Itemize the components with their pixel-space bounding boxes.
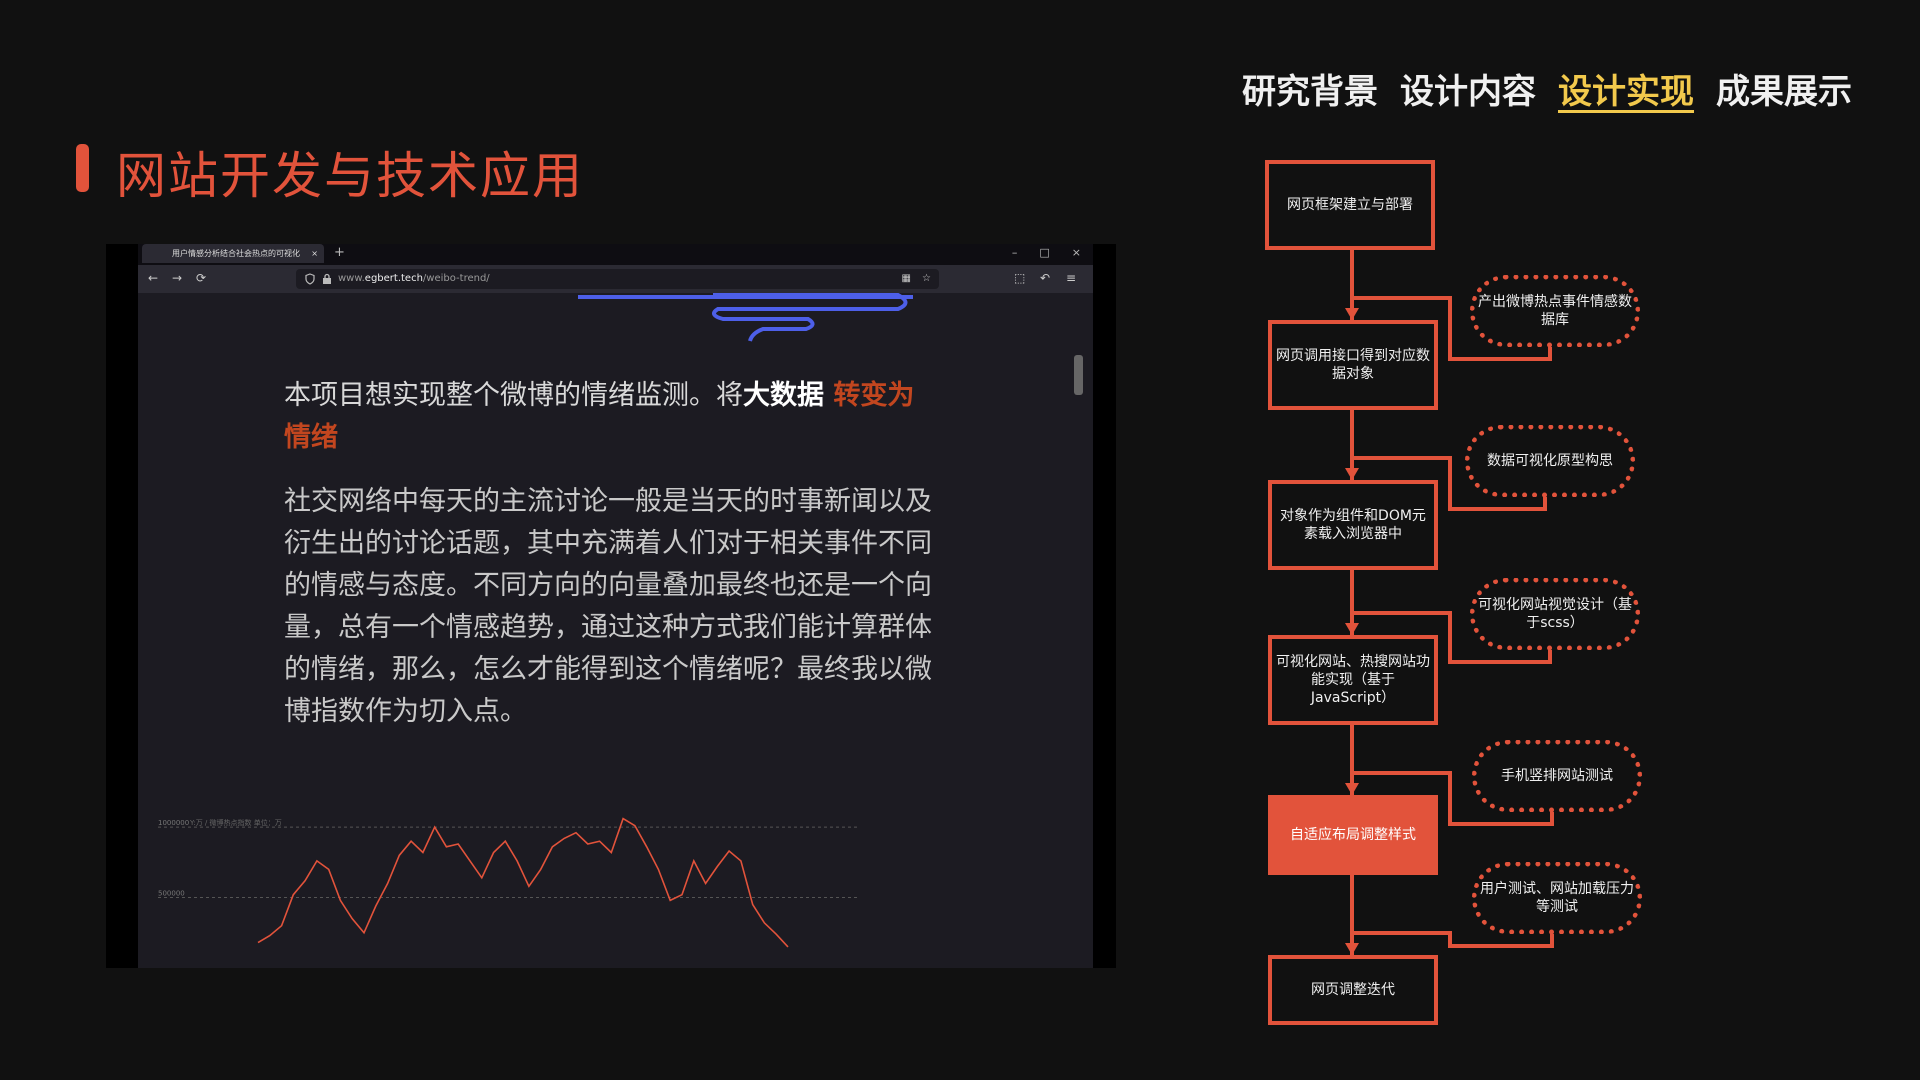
close-window-icon[interactable]: × xyxy=(1072,244,1081,262)
flow-step-2: 网页调用接口得到对应数据对象 xyxy=(1268,320,1438,410)
flow-step-3: 对象作为组件和DOM元素载入浏览器中 xyxy=(1268,480,1438,570)
new-tab-button[interactable]: + xyxy=(334,245,345,260)
flow-note-5: 用户测试、网站加载压力等测试 xyxy=(1472,862,1642,934)
back-icon[interactable]: ← xyxy=(148,271,158,285)
screenshot-icon[interactable]: ⬚ xyxy=(1014,271,1025,285)
keyword-big-data: 大数据 xyxy=(743,380,824,411)
title-accent-bar xyxy=(76,144,89,192)
tab-title: 用户情感分析结合社会热点的可视化 xyxy=(172,249,300,258)
arrowhead-icon xyxy=(1345,783,1359,795)
nav-item-results[interactable]: 成果展示 xyxy=(1716,64,1852,113)
flow-step-1: 网页框架建立与部署 xyxy=(1265,160,1435,250)
minimize-icon[interactable]: – xyxy=(1012,244,1018,262)
flow-note-connector xyxy=(1352,931,1554,948)
tab-strip: 用户情感分析结合社会热点的可视化 × + – □ × xyxy=(138,244,1093,265)
weibo-index-series-line xyxy=(257,817,789,948)
reload-icon[interactable]: ⟳ xyxy=(196,271,206,285)
article-lead: 本项目想实现整个微博的情绪监测。将大数据 转变为情绪 xyxy=(284,380,915,453)
weibo-index-line-chart: 1000000 500000 Y:万 / 微博热点指数 单位：万 xyxy=(158,817,858,948)
browser-window: 用户情感分析结合社会热点的可视化 × + – □ × ← → ⟳ www.egb… xyxy=(138,244,1093,968)
url-text: www.egbert.tech/weibo-trend/ xyxy=(338,273,490,284)
arrowhead-icon xyxy=(1345,943,1359,955)
y-axis-series-label: Y:万 / 微博热点指数 单位：万 xyxy=(189,818,282,827)
flow-note-1: 产出微博热点事件情感数据库 xyxy=(1470,275,1640,347)
flow-note-2: 数据可视化原型构思 xyxy=(1465,425,1635,497)
flow-step-5: 自适应布局调整样式 xyxy=(1268,795,1438,875)
page-content: 本项目想实现整个微博的情绪监测。将大数据 转变为情绪 社交网络中每天的主流讨论一… xyxy=(138,293,1093,968)
address-bar[interactable]: www.egbert.tech/weibo-trend/ ▦ ☆ xyxy=(296,269,939,289)
tab-close-icon[interactable]: × xyxy=(311,244,318,263)
browser-toolbar: ← → ⟳ www.egbert.tech/weibo-trend/ ▦ ☆ ⬚… xyxy=(138,265,1093,294)
maximize-icon[interactable]: □ xyxy=(1039,244,1049,262)
qr-code-icon[interactable]: ▦ xyxy=(902,269,911,289)
forward-icon[interactable]: → xyxy=(172,271,182,285)
window-controls: – □ × xyxy=(1012,244,1081,262)
arrowhead-icon xyxy=(1345,468,1359,480)
nav-item-design-content[interactable]: 设计内容 xyxy=(1400,64,1536,113)
flowchart: 网页框架建立与部署 网页调用接口得到对应数据对象 对象作为组件和DOM元素载入浏… xyxy=(1240,150,1670,1030)
menu-icon[interactable]: ≡ xyxy=(1066,271,1076,285)
y-tick-label: 1000000 xyxy=(158,819,189,827)
nav-item-design-implementation[interactable]: 设计实现 xyxy=(1558,64,1694,113)
arrowhead-icon xyxy=(1345,308,1359,320)
flow-step-4: 可视化网站、热搜网站功能实现（基于JavaScript） xyxy=(1268,635,1438,725)
nav-item-background[interactable]: 研究背景 xyxy=(1242,64,1378,113)
browser-screenshot: 用户情感分析结合社会热点的可视化 × + – □ × ← → ⟳ www.egb… xyxy=(106,244,1116,968)
bookmark-star-icon[interactable]: ☆ xyxy=(922,269,931,289)
lock-icon xyxy=(323,273,331,284)
flow-step-6: 网页调整迭代 xyxy=(1268,955,1438,1025)
page-title: 网站开发与技术应用 xyxy=(116,147,584,205)
browser-tab[interactable]: 用户情感分析结合社会热点的可视化 × xyxy=(142,244,324,263)
flow-note-3: 可视化网站视觉设计（基于scss） xyxy=(1470,578,1640,650)
undo-icon[interactable]: ↶ xyxy=(1040,271,1050,285)
arrowhead-icon xyxy=(1345,623,1359,635)
y-tick-label: 500000 xyxy=(158,890,185,898)
article-body: 社交网络中每天的主流讨论一般是当天的时事新闻以及衍生出的讨论话题，其中充满着人们… xyxy=(284,486,932,727)
decorative-wave-graphic xyxy=(578,293,913,342)
shield-icon xyxy=(305,273,315,285)
flow-note-4: 手机竖排网站测试 xyxy=(1472,740,1642,812)
scrollbar-thumb[interactable] xyxy=(1074,355,1083,395)
top-nav: 研究背景 设计内容 设计实现 成果展示 xyxy=(1242,64,1852,113)
url-domain: egbert.tech xyxy=(364,273,423,284)
